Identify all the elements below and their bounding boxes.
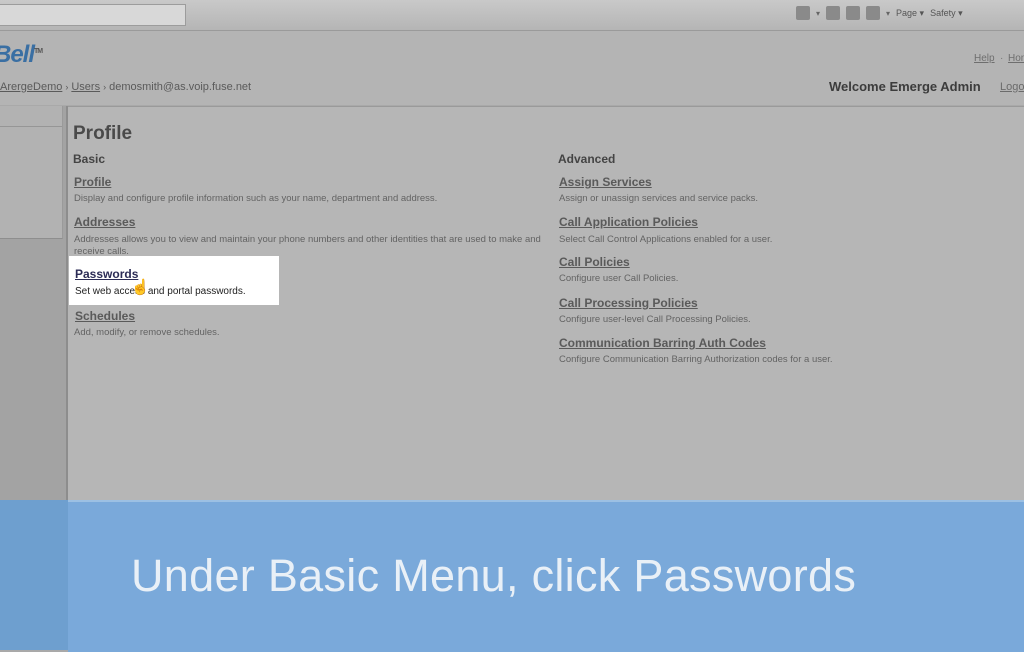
breadcrumb-current-user: demosmith@as.voip.fuse.net — [109, 81, 252, 93]
separator: · — [1000, 53, 1004, 64]
breadcrumb-separator-icon: › — [65, 82, 69, 92]
logout-link[interactable]: Logo — [1000, 81, 1024, 93]
schedules-desc: Add, modify, or remove schedules. — [74, 327, 220, 338]
home-icon[interactable] — [796, 6, 810, 20]
call-policies-link[interactable]: Call Policies — [559, 255, 630, 269]
left-nav-panel — [0, 106, 63, 239]
feeds-icon[interactable] — [826, 6, 841, 20]
addresses-desc: Addresses allows you to view and maintai… — [74, 234, 541, 257]
communication-barring-auth-codes-link[interactable]: Communication Barring Auth Codes — [559, 336, 766, 350]
communication-barring-auth-codes-desc: Configure Communication Barring Authoriz… — [559, 354, 833, 365]
profile-link[interactable]: Profile — [74, 175, 111, 189]
assign-services-desc: Assign or unassign services and service … — [559, 193, 759, 204]
mail-icon[interactable] — [846, 6, 861, 20]
help-link[interactable]: Help — [974, 53, 995, 64]
basic-heading: Basic — [73, 152, 106, 166]
breadcrumb-group-link[interactable]: ArergeDemo — [0, 81, 62, 93]
assign-services-link[interactable]: Assign Services — [559, 175, 652, 189]
breadcrumb: ArergeDemo › Users › demosmith@as.voip.fuse.… — [0, 81, 251, 93]
print-icon[interactable] — [866, 6, 881, 20]
call-application-policies-desc: Select Call Control Applications enabled… — [559, 234, 773, 245]
home-link[interactable]: Hom — [1008, 53, 1024, 64]
divider — [0, 126, 62, 127]
advanced-heading: Advanced — [558, 152, 616, 166]
page-title: Profile — [73, 123, 133, 144]
call-application-policies-link[interactable]: Call Application Policies — [559, 215, 698, 229]
caption-banner: Under Basic Menu, click Passwords — [68, 500, 1024, 652]
profile-desc: Display and configure profile informatio… — [74, 193, 438, 204]
browser-toolbar: ▾ ▾ Page ▾ Safety ▾ — [0, 0, 1024, 31]
bell-logo: BellTM — [0, 41, 43, 68]
app-header: BellTM Help · Hom ArergeDemo›Users›demos… — [0, 31, 1024, 105]
page-menu[interactable]: Page ▾ — [896, 8, 924, 19]
call-policies-desc: Configure user Call Policies. — [559, 273, 679, 284]
hand-cursor-icon: ☝ — [131, 279, 150, 296]
passwords-link[interactable]: Passwords — [75, 267, 138, 281]
call-processing-policies-desc: Configure user-level Call Processing Pol… — [559, 314, 751, 325]
welcome-text: Welcome Emerge Admin — [829, 79, 981, 94]
address-bar[interactable] — [0, 4, 186, 26]
addresses-link[interactable]: Addresses — [74, 215, 135, 229]
caption-text: Under Basic Menu, click Passwords — [131, 550, 857, 601]
command-bar: ▾ ▾ Page ▾ Safety ▾ — [796, 6, 963, 20]
chevron-down-icon[interactable]: ▾ — [816, 9, 820, 18]
passwords-desc: Set web access and portal passwords. — [75, 286, 246, 297]
banner-left-edge — [0, 500, 68, 650]
passwords-highlight[interactable]: Passwords Set web access and portal pass… — [69, 256, 279, 305]
schedules-link[interactable]: Schedules — [75, 309, 135, 323]
breadcrumb-users-link[interactable]: Users — [71, 81, 100, 93]
safety-menu[interactable]: Safety ▾ — [930, 8, 963, 19]
left-nav — [0, 106, 68, 500]
call-processing-policies-link[interactable]: Call Processing Policies — [559, 296, 698, 310]
chevron-down-icon[interactable]: ▾ — [886, 9, 890, 18]
breadcrumb-separator-icon: › — [103, 82, 107, 92]
